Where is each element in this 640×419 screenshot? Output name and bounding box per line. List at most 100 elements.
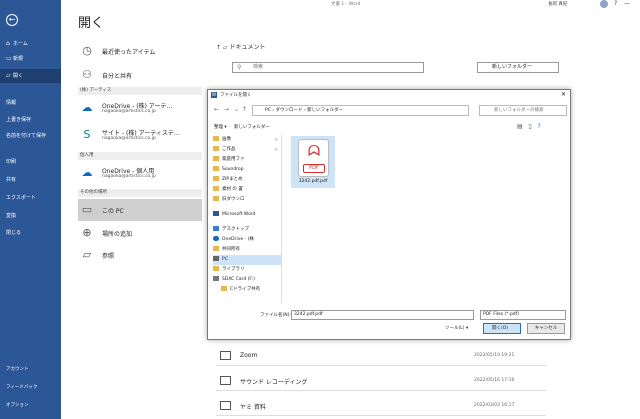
list-item[interactable]: サウンド レコーディング 2022/05/16 17:16 [216, 371, 546, 391]
nav-item[interactable]: 家庭用ファ [213, 155, 281, 165]
rail-item-new[interactable]: ▭新規 [0, 52, 61, 66]
nav-item[interactable]: OneDrive - (株 [213, 235, 281, 245]
filename-input[interactable]: 3242.pdf.pdf [291, 310, 474, 320]
file-type-select[interactable]: PDF Files (*.pdf) [480, 310, 566, 320]
back-icon[interactable]: ← [214, 106, 219, 113]
nav-item[interactable]: Soundrop [213, 165, 281, 175]
nav-item[interactable]: PC [213, 255, 281, 265]
location-shared[interactable]: ⚇ 自分と共有 [78, 64, 202, 86]
location-onedrive-corp[interactable]: ☁ OneDrive - (株) アーテ… nagaoka@artistics.… [78, 97, 202, 119]
view-icon[interactable]: ▤ [517, 123, 523, 130]
folder-icon [221, 286, 227, 291]
forward-icon[interactable]: → [224, 106, 229, 113]
rail-item-label: 新規 [13, 56, 24, 62]
nav-label: Microsoft Word [222, 212, 256, 217]
location-recent[interactable]: ◷ 最近使ったアイテム [78, 40, 202, 62]
dialog-close-icon[interactable]: ✕ [561, 91, 566, 98]
list-item[interactable]: Zoom 2022/05/10 19:21 [216, 346, 546, 366]
folder-name: ヤミ 資料 [240, 404, 266, 411]
pin-icon: ✎ [274, 137, 278, 142]
chevron-down-icon[interactable]: ⌄ [234, 106, 239, 113]
rail-item-save[interactable]: 上書き保存 [0, 113, 61, 127]
address-bar[interactable]: PC › ダウンロード › 新しいフォルダー [252, 105, 469, 116]
home-icon: ⌂ [6, 40, 10, 47]
location-add-place[interactable]: ⊕ 場所の追加 [78, 222, 202, 244]
nav-item[interactable]: 共同所有 [213, 245, 281, 255]
nav-label: Soundrop [222, 167, 244, 172]
rail-item-print[interactable]: 印刷 [0, 155, 61, 169]
cancel-button[interactable]: キャンセル [527, 323, 565, 334]
folder-icon [220, 351, 231, 360]
back-arrow-icon[interactable]: ← [6, 14, 18, 26]
nav-label: 画像 [222, 137, 231, 142]
title-bar: 文書 1 - Word 長岡 真紀 ? — □ ✕ [61, 0, 640, 10]
list-item[interactable]: ヤミ 資料 2022/03/03 16:17 [216, 396, 546, 416]
folder-icon: ▱ [82, 248, 92, 261]
location-this-pc[interactable]: ▭ この PC [78, 199, 202, 221]
location-onedrive-personal[interactable]: ☁ OneDrive - 個人用 nagaoka@artistics.co.jp [78, 162, 202, 184]
nav-item[interactable]: Microsoft Word [213, 210, 281, 220]
nav-item[interactable]: デスクトップ [213, 225, 281, 235]
nav-item[interactable]: 素材 の 置 [213, 185, 281, 195]
section-heading: その他の場所 [78, 189, 202, 197]
breadcrumb[interactable]: ↑ ▱ ドキュメント [216, 42, 265, 51]
dialog-new-folder-button[interactable]: 新しいフォルダー [234, 125, 270, 130]
word-icon [213, 211, 219, 216]
rail-item-account[interactable]: アカウント [6, 366, 29, 372]
folder-icon [213, 176, 219, 181]
cloud-icon: ☁ [81, 166, 93, 179]
user-name[interactable]: 長岡 真紀 [548, 1, 567, 7]
nav-item[interactable]: 旧ダウンロ [213, 195, 281, 205]
dialog-search-input[interactable]: 新しいフォルダーの検索 [479, 105, 567, 116]
nav-label: SDXC Card (F:) [222, 277, 255, 282]
search-input[interactable]: ⚲ 検索 [232, 62, 424, 73]
rail-item-open[interactable]: ▱ 開く [0, 69, 61, 83]
nav-item[interactable]: ライブラリ [213, 265, 281, 275]
desktop-icon [213, 226, 219, 231]
folder-icon [213, 156, 219, 161]
up-icon[interactable]: ↑ [242, 106, 247, 113]
location-browse[interactable]: ▱ 参照 [78, 244, 202, 266]
rail-item-info[interactable]: 情報 [0, 96, 61, 110]
nav-item[interactable]: SDXC Card (F:) [213, 275, 281, 285]
file-item[interactable]: ᗣ PDF 3242.pdf.pdf [291, 136, 335, 188]
globe-icon: ⊕ [82, 226, 92, 239]
tools-button[interactable]: ツール(L) ▾ [445, 325, 468, 331]
help-icon[interactable]: ? [537, 123, 540, 130]
nav-label: Cドライブ共有 [230, 287, 261, 292]
nav-item[interactable]: ZIPまとめ [213, 175, 281, 185]
rail-item-home[interactable]: ⌂ ホーム [0, 37, 61, 51]
section-heading: (株) アーティス [78, 87, 202, 95]
pdf-file-icon: ᗣ PDF [298, 139, 329, 177]
search-placeholder: 検索 [253, 64, 264, 70]
nav-label: OneDrive - (株 [222, 237, 254, 242]
rail-item-convert[interactable]: 変換 [0, 209, 61, 223]
avatar[interactable] [600, 0, 608, 8]
folder-open-icon: ▱ [6, 72, 11, 79]
location-sites[interactable]: S サイト - (株) アーティステ… nagaoka@artistics.co… [78, 124, 202, 146]
section-heading: 個人用 [78, 152, 202, 160]
file-name: 3242.pdf.pdf [298, 179, 328, 184]
nav-item[interactable]: Cドライブ共有 [213, 285, 281, 295]
location-email: nagaoka@artistics.co.jp [102, 174, 156, 179]
organize-button[interactable]: 整理 ▾ [214, 125, 227, 130]
filename-label: ファイル名(N): [260, 313, 291, 318]
preview-pane-icon[interactable]: ▯ [528, 123, 531, 130]
help-icon[interactable]: ? [614, 0, 617, 7]
dialog-title: ファイルを開く [220, 93, 252, 98]
rail-item-export[interactable]: エクスポート [0, 191, 61, 205]
rail-item-feedback[interactable]: フィードバック [6, 384, 37, 390]
folder-icon [220, 376, 231, 385]
rail-item-share[interactable]: 共有 [0, 173, 61, 187]
nav-item[interactable]: ご作品 ✎ [213, 145, 281, 155]
minimize-button[interactable]: — [624, 0, 630, 7]
nav-label: ZIPまとめ [222, 177, 243, 182]
rail-item-options[interactable]: オプション [6, 402, 29, 408]
rail-item-save-as[interactable]: 名前を付けて保存 [0, 129, 61, 143]
folder-name: Zoom [240, 352, 258, 359]
nav-item[interactable]: 画像 ✎ [213, 135, 281, 145]
rail-item-close[interactable]: 閉じる [0, 226, 61, 240]
open-button[interactable]: 開く(O) [483, 323, 521, 334]
location-label: 参照 [102, 253, 115, 260]
new-folder-button[interactable]: 新しいフォルダー [477, 62, 559, 73]
